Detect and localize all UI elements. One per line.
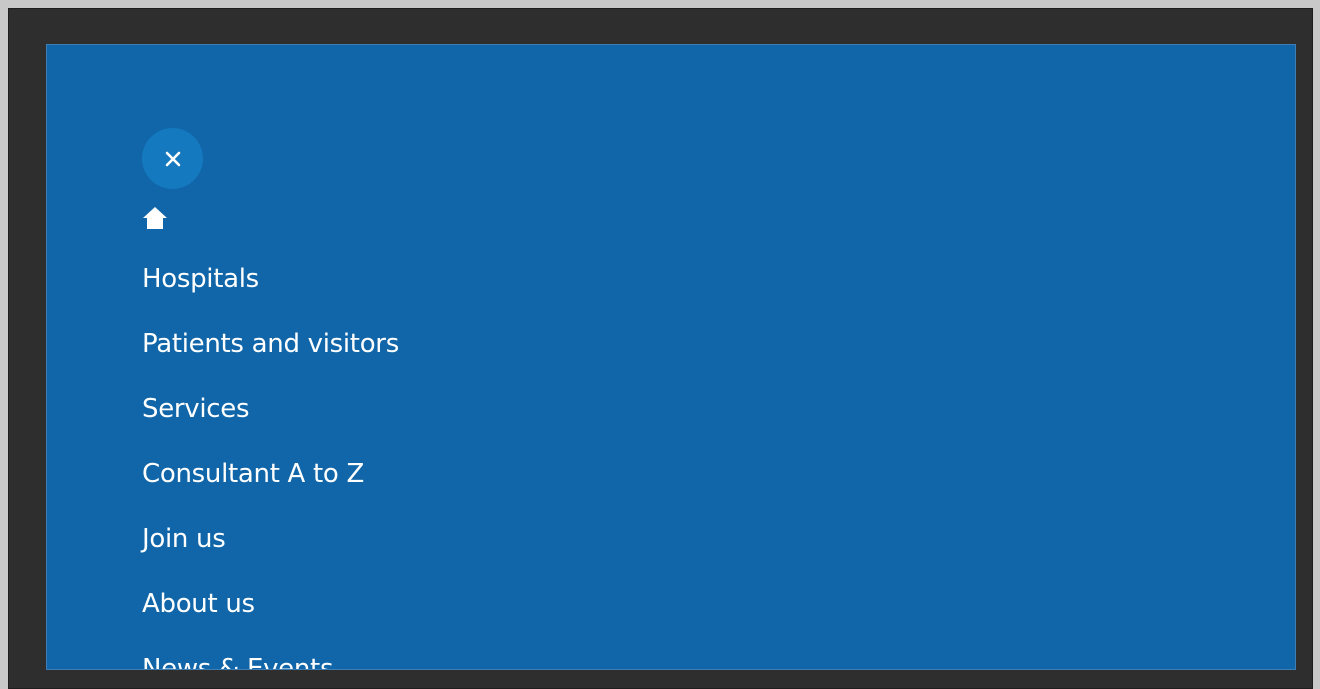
window-frame: Hospitals Patients and visitors Services… (8, 8, 1313, 689)
nav-item-about-us: About us (142, 582, 399, 647)
nav-link-join-us[interactable]: Join us (142, 517, 226, 562)
nav-item-patients-and-visitors: Patients and visitors (142, 322, 399, 387)
nav-list: Hospitals Patients and visitors Services… (142, 257, 399, 669)
nav-link-news-and-events[interactable]: News & Events (142, 647, 334, 669)
nav-item-hospitals: Hospitals (142, 257, 399, 322)
home-icon (143, 207, 167, 229)
close-menu-button[interactable] (142, 128, 203, 189)
nav-item-join-us: Join us (142, 517, 399, 582)
nav-item-consultant-a-to-z: Consultant A to Z (142, 452, 399, 517)
nav-link-about-us[interactable]: About us (142, 582, 255, 627)
nav-item-news-and-events: News & Events (142, 647, 399, 669)
home-link[interactable] (142, 204, 170, 232)
nav-link-services[interactable]: Services (142, 387, 250, 432)
nav-link-consultant-a-to-z[interactable]: Consultant A to Z (142, 452, 364, 497)
nav-link-hospitals[interactable]: Hospitals (142, 257, 259, 302)
nav-link-patients-and-visitors[interactable]: Patients and visitors (142, 322, 399, 367)
close-icon (165, 151, 180, 166)
nav-item-services: Services (142, 387, 399, 452)
mobile-nav-menu: Hospitals Patients and visitors Services… (46, 44, 1296, 670)
